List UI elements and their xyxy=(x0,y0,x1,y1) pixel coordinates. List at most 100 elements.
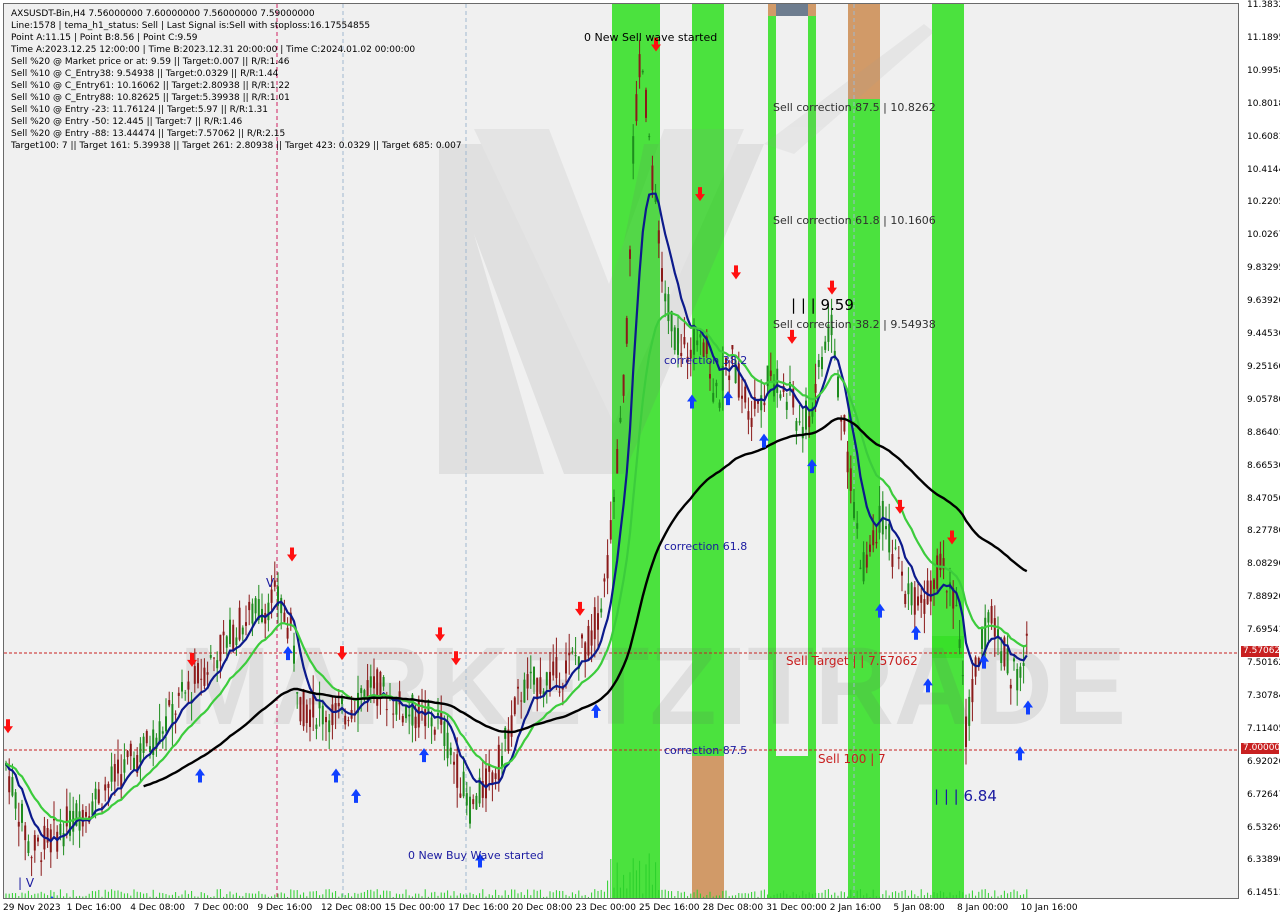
candle-body xyxy=(408,714,411,717)
candle-body xyxy=(1013,658,1015,662)
candle-body xyxy=(632,136,635,164)
candle-body xyxy=(875,542,878,544)
candle-body xyxy=(1000,651,1003,664)
price-tick-label: 10.99580 xyxy=(1247,65,1280,76)
candle-body xyxy=(382,677,385,687)
candle-body xyxy=(587,625,590,656)
candle-body xyxy=(529,671,532,674)
candle-body xyxy=(235,637,238,645)
sell-arrow-icon xyxy=(575,601,585,616)
candle-body xyxy=(1016,669,1019,691)
time-tick-label: 2 Jan 16:00 xyxy=(829,903,882,913)
candle-body xyxy=(165,716,167,732)
time-tick-label: 28 Dec 08:00 xyxy=(702,903,764,913)
candle-body xyxy=(673,327,676,351)
candle-body xyxy=(981,628,983,649)
candle-body xyxy=(315,724,318,729)
candle-body xyxy=(232,624,235,651)
candle-body xyxy=(968,696,971,726)
buy-arrow-icon xyxy=(50,895,54,898)
candle-body xyxy=(401,716,404,723)
candle-body xyxy=(645,89,647,118)
candle-body xyxy=(245,622,247,626)
candle-body xyxy=(747,411,750,420)
candle-body xyxy=(677,328,679,355)
price-tick-label: 9.63920 xyxy=(1247,296,1280,307)
candle-body xyxy=(648,136,651,138)
time-tick-label: 7 Dec 00:00 xyxy=(193,903,249,913)
candle-body xyxy=(229,619,231,645)
candle-body xyxy=(328,720,331,733)
candle-body xyxy=(625,318,628,344)
candle-body xyxy=(395,699,398,715)
candle-body xyxy=(187,681,190,690)
candle-body xyxy=(302,689,305,727)
candle-body xyxy=(853,502,855,519)
price-tick-label: 6.72647 xyxy=(1247,789,1280,800)
candle-body xyxy=(865,554,868,568)
candle-body xyxy=(27,841,30,853)
info-line: AXSUSDT-Bin,H4 7.56000000 7.60000000 7.5… xyxy=(11,9,315,19)
plot-area[interactable]: MARKETZITRADE AXSUSDT-Bin,H4 7.56000000 … xyxy=(3,3,1239,899)
candle-body xyxy=(638,54,641,78)
candle-body xyxy=(693,324,695,355)
candle-body xyxy=(430,717,433,727)
candle-body xyxy=(94,788,97,800)
info-line: Sell %10 @ C_Entry61: 10.16062 || Target… xyxy=(11,81,290,91)
sell-correction-38-label: Sell correction 38.2 | 9.54938 xyxy=(773,318,936,331)
candle-body xyxy=(885,526,887,530)
candle-body xyxy=(901,571,903,576)
candle-body xyxy=(449,747,452,756)
correction-38-label: correction 38.2 xyxy=(664,354,748,367)
candle-body xyxy=(539,677,542,694)
sell-correction-61-label: Sell correction 61.8 | 10.1606 xyxy=(773,214,936,227)
candle-body xyxy=(859,567,862,569)
candle-body xyxy=(475,795,478,810)
candle-body xyxy=(933,579,935,589)
candle-body xyxy=(533,666,535,685)
time-tick-label: 5 Jan 08:00 xyxy=(893,903,945,913)
candle-body xyxy=(590,630,593,646)
candle-body xyxy=(347,720,350,722)
candle-body xyxy=(225,636,228,648)
candle-body xyxy=(126,751,129,758)
candle-body xyxy=(213,657,215,659)
sell-correction-87-label: Sell correction 87.5 | 10.8262 xyxy=(773,101,936,114)
candle-body xyxy=(568,652,571,656)
candle-body xyxy=(222,631,225,636)
price-tick-label: 7.50162 xyxy=(1247,658,1280,668)
candle-body xyxy=(897,557,900,559)
candle-body xyxy=(318,701,321,709)
candle-body xyxy=(56,831,59,852)
correction-61-label: correction 61.8 xyxy=(664,540,748,553)
price-tick-label: 7.30784 xyxy=(1247,690,1280,701)
price-tick-label: 7.69541 xyxy=(1247,625,1280,636)
candle-body xyxy=(718,402,721,408)
candle-body xyxy=(85,812,87,817)
green-zone-band xyxy=(932,4,964,898)
candle-body xyxy=(161,731,164,734)
candle-body xyxy=(267,602,270,621)
candle-body xyxy=(216,660,219,669)
price-tick-label: 6.33890 xyxy=(1247,855,1280,866)
time-tick-label: 1 Dec 16:00 xyxy=(66,903,122,913)
candle-body xyxy=(270,589,273,603)
candle-body xyxy=(40,860,43,862)
price-tick-label: 8.47050 xyxy=(1247,493,1280,504)
candle-body xyxy=(193,666,196,684)
candle-body xyxy=(526,674,529,689)
candle-body xyxy=(203,667,206,686)
candle-body xyxy=(913,587,916,615)
candle-body xyxy=(801,426,804,439)
buy-arrow-icon xyxy=(195,768,205,783)
candle-body xyxy=(209,654,212,658)
candle-body xyxy=(456,754,459,788)
candle-body xyxy=(513,697,516,715)
price-tick-label: 8.66530 xyxy=(1247,460,1280,471)
info-line: Sell %20 @ Entry -88: 13.44474 || Target… xyxy=(11,129,286,139)
candle-body xyxy=(715,382,718,387)
time-tick-label: 25 Dec 16:00 xyxy=(639,903,700,913)
candle-body xyxy=(769,370,772,377)
candle-body xyxy=(629,249,631,259)
candle-body xyxy=(392,713,395,715)
